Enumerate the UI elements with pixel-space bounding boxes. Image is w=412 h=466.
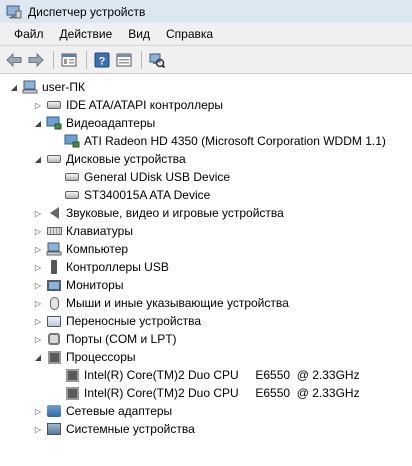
tree-item-portable-devices[interactable]: ▷ Переносные устройства [32,312,201,330]
help-button[interactable]: ? [92,50,112,70]
tree-item-cpu-core-2[interactable]: Intel(R) Core(TM)2 Duo CPU E6550 @ 2.33G… [50,384,360,402]
tree-item-system-devices[interactable]: ▷ Системные устройства [32,420,195,438]
cpu-icon [46,349,62,365]
back-arrow-icon [6,52,22,67]
tree-item-sound[interactable]: ▷ Звуковые, видео и игровые устройства [32,204,284,222]
disk-drive-icon [46,151,62,167]
menu-bar: Файл Действие Вид Справка [0,23,412,46]
expand-icon[interactable]: ▷ [32,279,44,291]
expand-icon[interactable]: ▷ [32,207,44,219]
toolbar-separator [86,50,87,69]
tree-item-keyboards[interactable]: ▷ Клавиатуры [32,222,133,240]
tree-item-cpu-core-1[interactable]: Intel(R) Core(TM)2 Duo CPU E6550 @ 2.33G… [50,366,360,384]
tree-root[interactable]: ◢ user-ПК [8,78,85,96]
menu-file[interactable]: Файл [6,24,52,44]
system-device-icon [46,421,62,437]
properties-icon [61,53,77,66]
expand-icon[interactable]: ▷ [32,261,44,273]
view-button[interactable] [114,50,134,70]
menu-action[interactable]: Действие [52,24,121,44]
collapse-icon[interactable]: ◢ [32,351,44,363]
tree-item-ports[interactable]: ▷ Порты (COM и LPT) [32,330,177,348]
expand-icon[interactable]: ▷ [32,225,44,237]
tree-item-monitors[interactable]: ▷ Мониторы [32,276,124,294]
cpu-icon [64,367,80,383]
tree-item-ide[interactable]: ▷ IDE ATA/ATAPI контроллеры [32,96,223,114]
port-icon [46,331,62,347]
speaker-icon [46,205,62,221]
network-adapter-icon [46,403,62,419]
usb-icon [46,259,62,275]
menu-help[interactable]: Справка [158,24,221,44]
expand-icon[interactable]: ▷ [32,243,44,255]
keyboard-icon [46,223,62,239]
disk-drive-icon [64,187,80,203]
collapse-icon[interactable]: ◢ [32,153,44,165]
mouse-icon [46,295,62,311]
tree-item-mice[interactable]: ▷ Мыши и иные указывающие устройства [32,294,289,312]
expand-icon[interactable]: ▷ [32,315,44,327]
collapse-icon[interactable]: ◢ [32,117,44,129]
collapse-icon[interactable]: ◢ [8,81,20,93]
expand-icon[interactable]: ▷ [32,423,44,435]
window-title: Диспетчер устройств [28,4,146,19]
computer-icon [22,79,38,95]
tree-item-udisk[interactable]: General UDisk USB Device [50,168,230,186]
disk-drive-icon [64,169,80,185]
display-adapter-icon [64,133,80,149]
toolbar: ? [0,46,412,74]
forward-arrow-icon [28,52,44,67]
computer-icon [46,241,62,257]
help-icon: ? [94,52,110,67]
properties-button[interactable] [59,50,79,70]
tree-item-st340015a[interactable]: ST340015A ATA Device [50,186,210,204]
tree-item-processors[interactable]: ◢ Процессоры [32,348,136,366]
tree-item-disk-drives[interactable]: ◢ Дисковые устройства [32,150,186,168]
expand-icon[interactable]: ▷ [32,333,44,345]
device-tree: ◢ user-ПК ▷ IDE ATA/ATAPI контроллеры ◢ … [0,75,412,466]
tree-item-network-adapters[interactable]: ▷ Сетевые адаптеры [32,402,172,420]
ide-controller-icon [46,97,62,113]
scan-hardware-icon [149,53,165,68]
display-adapter-icon [46,115,62,131]
svg-text:?: ? [99,55,106,67]
expand-icon[interactable]: ▷ [32,405,44,417]
expand-icon[interactable]: ▷ [32,297,44,309]
tree-root-label: user-ПК [42,80,85,94]
tree-item-ati-radeon[interactable]: ATI Radeon HD 4350 (Microsoft Corporatio… [50,132,386,150]
device-manager-icon [6,5,22,19]
menu-view[interactable]: Вид [120,24,158,44]
cpu-icon [64,385,80,401]
back-button[interactable] [4,50,24,70]
forward-button[interactable] [26,50,46,70]
tree-item-usb[interactable]: ▷ Контроллеры USB [32,258,169,276]
portable-device-icon [46,313,62,329]
tree-item-display-adapters[interactable]: ◢ Видеоадаптеры [32,114,155,132]
monitor-icon [46,277,62,293]
view-icon [116,53,132,66]
expand-icon[interactable]: ▷ [32,99,44,111]
toolbar-separator [53,50,54,69]
scan-hardware-button[interactable] [147,50,167,70]
tree-item-computer[interactable]: ▷ Компьютер [32,240,128,258]
toolbar-separator [141,50,142,69]
title-bar: Диспетчер устройств [0,0,412,23]
